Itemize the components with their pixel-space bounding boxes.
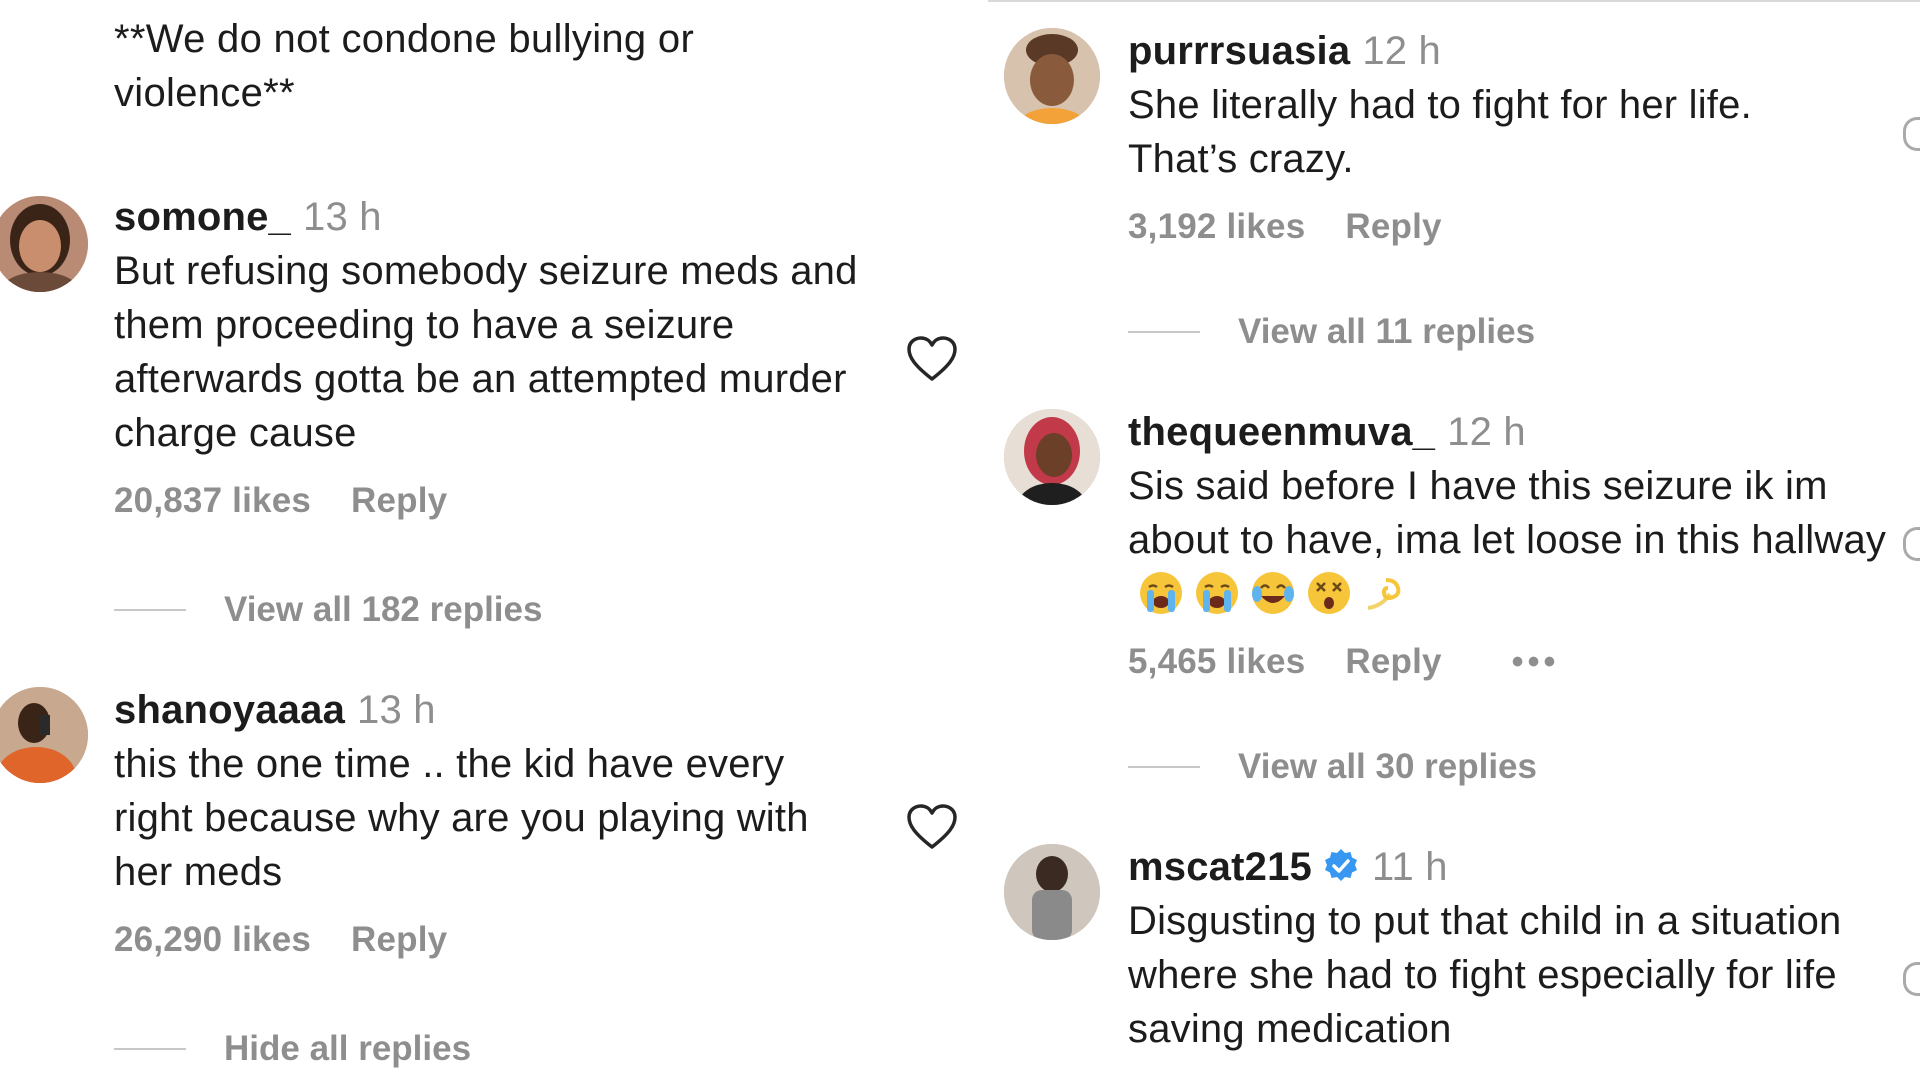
dizzy-face-icon (1308, 572, 1350, 614)
divider (114, 609, 186, 611)
heart-icon[interactable] (906, 803, 958, 851)
left-comments-panel: **We do not condone bullying or violence… (0, 0, 980, 1080)
divider (1128, 331, 1200, 333)
comment-text-body: Sis said before I have this seizure ik i… (1128, 464, 1887, 562)
comment-username[interactable]: mscat215 (1128, 845, 1312, 889)
replies-toggle-label[interactable]: View all 30 replies (1238, 747, 1537, 787)
hide-replies-button[interactable]: Hide all replies (114, 1029, 471, 1069)
avatar[interactable] (1004, 844, 1100, 940)
comment-time: 13 h (303, 195, 382, 239)
avatar[interactable] (0, 196, 88, 292)
verified-badge-icon (1324, 849, 1357, 881)
reply-button[interactable]: Reply (1345, 635, 1441, 689)
heart-icon[interactable] (1903, 527, 1920, 561)
view-replies-button[interactable]: View all 182 replies (114, 590, 542, 630)
comment-text: She literally had to fight for her life.… (1128, 83, 1752, 181)
heart-icon[interactable] (906, 335, 958, 383)
replies-toggle-label[interactable]: View all 182 replies (224, 590, 542, 630)
comment-text: Disgusting to put that child in a situat… (1128, 899, 1842, 1051)
reply-button[interactable]: Reply (1345, 200, 1441, 254)
reply-button[interactable]: Reply (351, 913, 447, 967)
divider (114, 1048, 186, 1050)
comment-username[interactable]: purrrsuasia (1128, 29, 1350, 73)
right-comments-panel: purrrsuasia 12 h She literally had to fig… (988, 0, 1920, 1082)
comment-text: this the one time .. the kid have every … (114, 742, 809, 894)
likes-count[interactable]: 3,192 likes (1128, 200, 1305, 254)
reply-button[interactable]: Reply (351, 474, 447, 528)
comment-username[interactable]: thequeenmuva_ (1128, 410, 1435, 454)
divider (1128, 766, 1200, 768)
comment-time: 12 h (1447, 410, 1526, 454)
heart-icon[interactable] (1903, 117, 1920, 151)
heart-icon[interactable] (1903, 962, 1920, 996)
likes-count[interactable]: 20,837 likes (114, 474, 311, 528)
comment-time: 11 h (1371, 845, 1448, 889)
disclaimer-text: **We do not condone bullying or violence… (114, 17, 695, 115)
comment-time: 13 h (357, 688, 436, 732)
likes-count[interactable]: 5,465 likes (1128, 635, 1305, 689)
avatar[interactable] (1004, 28, 1100, 124)
dizzy-symbol-icon (1367, 578, 1401, 610)
likes-count[interactable]: 26,290 likes (114, 913, 311, 967)
replies-toggle-label[interactable]: View all 11 replies (1238, 312, 1535, 352)
loudly-crying-face-icon (1196, 572, 1238, 614)
face-with-tears-of-joy-icon (1252, 572, 1294, 614)
replies-toggle-label[interactable]: Hide all replies (224, 1029, 471, 1069)
comment-username[interactable]: shanoyaaaa (114, 688, 345, 732)
more-options-button[interactable]: ••• (1512, 635, 1560, 689)
comment-username[interactable]: somone_ (114, 195, 291, 239)
comment-text: But refusing somebody seizure meds and t… (114, 249, 858, 455)
view-replies-button[interactable]: View all 30 replies (1128, 747, 1537, 787)
view-replies-button[interactable]: View all 11 replies (1128, 312, 1535, 352)
loudly-crying-face-icon (1140, 572, 1182, 614)
avatar[interactable] (1004, 409, 1100, 505)
comment-text: Sis said before I have this seizure ik i… (1128, 459, 1908, 621)
comment-time: 12 h (1362, 29, 1441, 73)
avatar[interactable] (0, 687, 88, 783)
